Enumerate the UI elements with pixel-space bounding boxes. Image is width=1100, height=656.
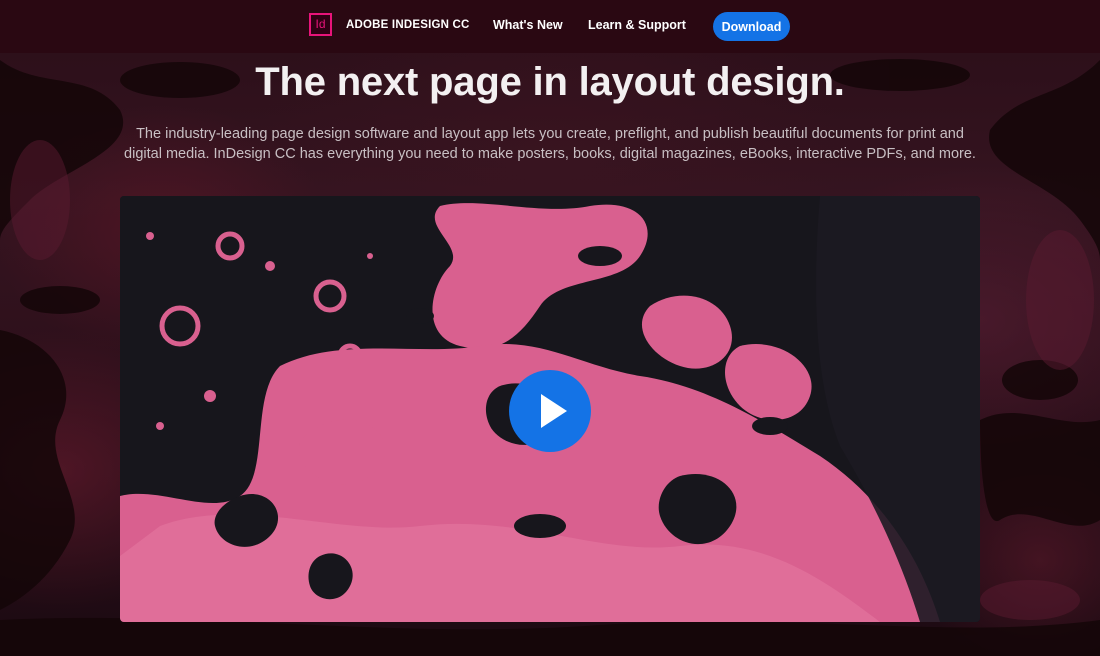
nav-link-whats-new[interactable]: What's New	[493, 18, 563, 32]
brand-name[interactable]: ADOBE INDESIGN CC	[346, 19, 470, 31]
top-nav: Id ADOBE INDESIGN CC What's New Learn & …	[0, 0, 1100, 53]
page-title: The next page in layout design.	[255, 60, 845, 104]
nav-link-learn-support[interactable]: Learn & Support	[588, 18, 686, 32]
play-icon	[541, 394, 567, 428]
hero-description: The industry-leading page design softwar…	[124, 126, 976, 162]
indesign-logo-icon[interactable]: Id	[309, 13, 332, 36]
video-player[interactable]	[120, 196, 980, 622]
play-button[interactable]	[509, 370, 591, 452]
download-button[interactable]: Download	[713, 12, 790, 41]
